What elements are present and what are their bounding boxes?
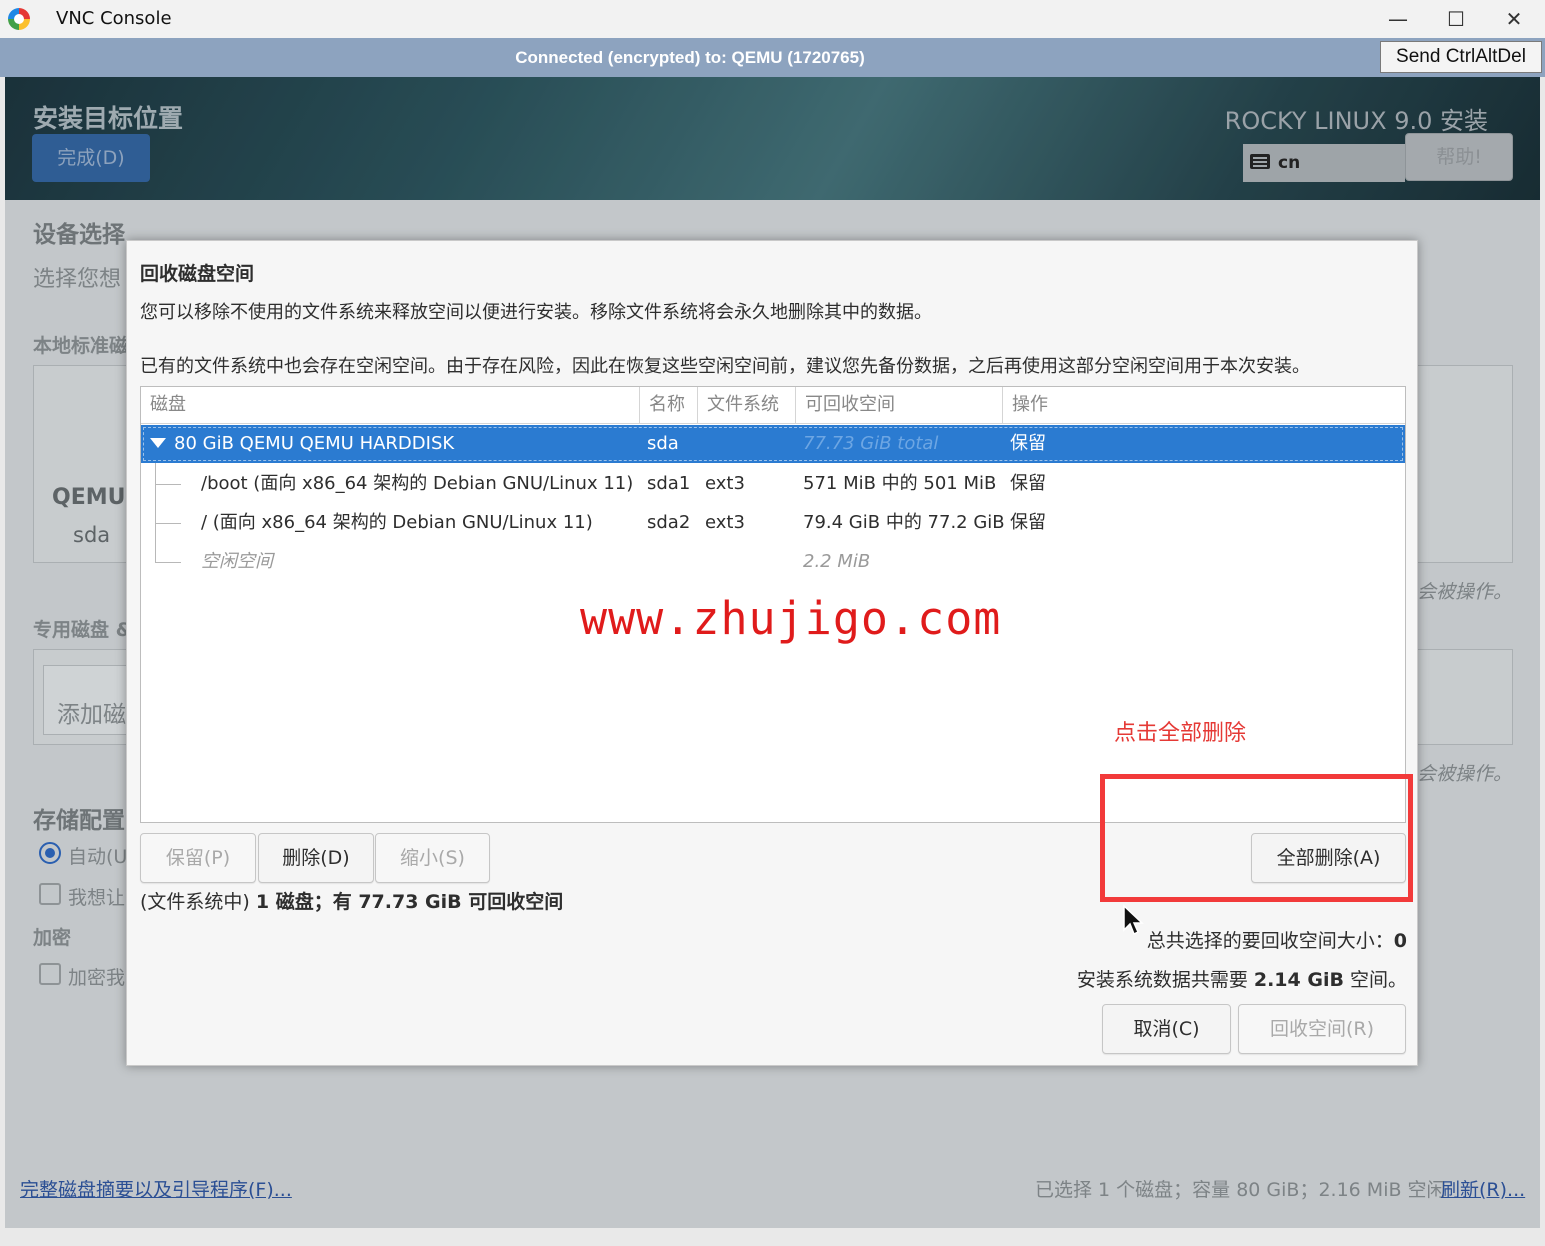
disk-model-label: QEMU: [52, 485, 126, 510]
window-titlebar: VNC Console — ☐ ✕: [0, 0, 1545, 38]
reclaim-space-button[interactable]: 回收空间(R): [1238, 1004, 1406, 1054]
need-value: 2.14 GiB: [1253, 969, 1344, 991]
mouse-pointer-icon: [1123, 904, 1144, 936]
selected-value: 0: [1393, 930, 1407, 952]
row-action: 保留: [1010, 473, 1046, 494]
row-action: 保留: [1010, 512, 1046, 533]
dialog-description-2: 已有的文件系统中也会存在空闲空间。由于存在风险，因此在恢复这些空闲空间前，建议您…: [140, 356, 1310, 377]
custom-partition-label: 我想让: [68, 887, 126, 909]
collapse-triangle-icon[interactable]: [150, 438, 166, 448]
row-name: sda: [647, 433, 679, 454]
shrink-button[interactable]: 缩小(S): [375, 833, 490, 883]
encryption-heading: 加密: [33, 927, 72, 949]
row-reclaimable: 571 MiB 中的 501 MiB: [803, 473, 997, 494]
watermark: www.zhujigo.com: [580, 592, 1002, 645]
column-disk[interactable]: 磁盘: [141, 387, 640, 423]
selection-status: 已选择 1 个磁盘；容量 80 GiB；2.16 MiB 空闲: [1035, 1179, 1446, 1201]
disk-note-2: 会被操作。: [1417, 763, 1513, 785]
row-disk: / (面向 x86_64 架构的 Debian GNU/Linux 11): [201, 512, 593, 533]
vnc-app-icon: [8, 8, 30, 30]
table-row[interactable]: 空闲空间 2.2 MiB: [141, 543, 1405, 581]
device-selection-heading: 设备选择: [33, 222, 125, 248]
done-button[interactable]: 完成(D): [32, 134, 150, 182]
vnc-status-bar: Connected (encrypted) to: QEMU (1720765): [0, 38, 1545, 77]
auto-partition-label: 自动(U: [68, 846, 128, 868]
send-ctrlaltdel-button[interactable]: Send CtrlAltDel: [1380, 41, 1542, 73]
full-disk-summary-link[interactable]: 完整磁盘摘要以及引导程序(F)...: [20, 1175, 292, 1202]
delete-button[interactable]: 删除(D): [258, 833, 374, 883]
spoke-title: 安装目标位置: [33, 104, 184, 133]
row-disk: /boot (面向 x86_64 架构的 Debian GNU/Linux 11…: [201, 473, 634, 494]
row-name: sda2: [647, 512, 691, 533]
row-disk: 80 GiB QEMU QEMU HARDDISK: [174, 433, 455, 454]
cancel-button[interactable]: 取消(C): [1102, 1004, 1231, 1054]
need-prefix: 安装系统数据共需要: [1076, 969, 1254, 991]
row-filesystem: ext3: [705, 473, 745, 494]
space-required: 安装系统数据共需要 2.14 GiB 空间。: [1077, 965, 1407, 992]
row-disk: 空闲空间: [201, 551, 273, 572]
keyboard-layout-label: cn: [1278, 153, 1301, 173]
storage-config-heading: 存储配置: [33, 808, 125, 834]
selected-reclaim-size: 总共选择的要回收空间大小：0: [1147, 926, 1407, 953]
encrypt-label: 加密我: [68, 967, 126, 989]
table-row[interactable]: /boot (面向 x86_64 架构的 Debian GNU/Linux 11…: [141, 465, 1405, 503]
reclaimable-summary: (文件系统中) 1 磁盘；有 77.73 GiB 可回收空间: [140, 887, 563, 914]
dialog-title: 回收磁盘空间: [140, 263, 255, 285]
keyboard-icon: [1250, 154, 1270, 169]
annotation-highlight-box: [1100, 774, 1413, 902]
refresh-link[interactable]: 刷新(R)...: [1441, 1175, 1525, 1202]
annotation-label: 点击全部删除: [1114, 721, 1247, 746]
disk-name-label: sda: [73, 523, 111, 547]
encrypt-checkbox[interactable]: [39, 963, 61, 985]
row-reclaimable: 79.4 GiB 中的 77.2 GiB: [803, 512, 1005, 533]
table-row[interactable]: / (面向 x86_64 架构的 Debian GNU/Linux 11) sd…: [141, 504, 1405, 542]
row-reclaimable: 77.73 GiB total: [803, 433, 939, 454]
keyboard-layout-indicator[interactable]: cn: [1243, 144, 1405, 182]
close-button[interactable]: ✕: [1494, 4, 1534, 34]
maximize-button[interactable]: ☐: [1436, 4, 1476, 34]
window-title: VNC Console: [56, 8, 172, 29]
connection-status: Connected (encrypted) to: QEMU (1720765): [515, 48, 865, 67]
need-suffix: 空间。: [1343, 969, 1407, 991]
row-action: 保留: [1010, 433, 1046, 454]
summary-value: 1 磁盘；有 77.73 GiB 可回收空间: [255, 891, 564, 913]
dialog-description-1: 您可以移除不使用的文件系统来释放空间以便进行安装。移除文件系统将会永久地删除其中…: [140, 302, 932, 323]
row-reclaimable: 2.2 MiB: [803, 551, 871, 572]
column-filesystem[interactable]: 文件系统: [698, 387, 796, 423]
minimize-button[interactable]: —: [1378, 4, 1418, 34]
auto-partition-radio[interactable]: [39, 842, 61, 864]
add-disk-label: 添加磁: [57, 702, 126, 728]
help-button[interactable]: 帮助!: [1405, 133, 1513, 181]
local-disks-heading: 本地标准磁: [33, 335, 129, 357]
custom-partition-checkbox[interactable]: [39, 883, 61, 905]
table-header: 磁盘 名称 文件系统 可回收空间 操作: [141, 387, 1405, 424]
reclaim-space-dialog: 回收磁盘空间 您可以移除不使用的文件系统来释放空间以便进行安装。移除文件系统将会…: [126, 240, 1418, 1066]
specialized-disks-heading: 专用磁盘 &: [33, 619, 133, 641]
disk-note-1: 会被操作。: [1417, 581, 1513, 603]
summary-prefix: (文件系统中): [140, 891, 256, 913]
row-filesystem: ext3: [705, 512, 745, 533]
preserve-button[interactable]: 保留(P): [140, 833, 256, 883]
column-reclaimable[interactable]: 可回收空间: [796, 387, 1003, 423]
table-row[interactable]: 80 GiB QEMU QEMU HARDDISK sda 77.73 GiB …: [141, 425, 1405, 463]
column-name[interactable]: 名称: [640, 387, 698, 423]
selected-label: 总共选择的要回收空间大小：: [1146, 930, 1394, 952]
row-name: sda1: [647, 473, 691, 494]
product-title: ROCKY LINUX 9.0 安装: [1224, 107, 1488, 135]
column-action[interactable]: 操作: [1003, 387, 1405, 423]
device-selection-prompt: 选择您想: [33, 267, 122, 292]
